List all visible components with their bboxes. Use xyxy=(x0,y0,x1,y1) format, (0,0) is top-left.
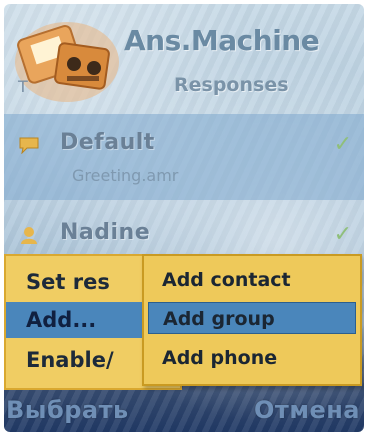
submenu-item-add-phone[interactable]: Add phone xyxy=(148,342,356,374)
answering-machine-icon: T xyxy=(15,22,119,102)
checkmark-icon: ✓ xyxy=(333,222,352,247)
list-item-subtitle: Greeting.amr xyxy=(72,166,179,185)
softkey-bar: Выбрать Отмена xyxy=(4,390,364,432)
app-header: T Ans.Machine Responses xyxy=(4,4,364,112)
tab-responses[interactable]: Responses xyxy=(174,74,289,96)
list-item-name: Nadine xyxy=(60,220,151,245)
speech-bubble-icon xyxy=(19,137,39,154)
softkey-select[interactable]: Выбрать xyxy=(6,396,129,424)
phone-screen: T Ans.Machine Responses Default Greeting… xyxy=(4,4,364,432)
submenu-item-add-contact[interactable]: Add contact xyxy=(148,264,356,296)
app-title: Ans.Machine xyxy=(124,24,320,57)
list-item-nadine[interactable]: Nadine ✓ xyxy=(4,216,364,256)
svg-text:T: T xyxy=(17,77,28,96)
checkmark-icon: ✓ xyxy=(333,132,352,157)
submenu-item-add-group[interactable]: Add group xyxy=(148,302,356,334)
person-icon xyxy=(21,227,37,244)
list-item-default[interactable]: Default Greeting.amr ✓ xyxy=(4,114,364,200)
softkey-cancel[interactable]: Отмена xyxy=(254,396,360,424)
list-item-name: Default xyxy=(60,130,155,155)
add-submenu: Add contact Add group Add phone xyxy=(142,254,362,386)
